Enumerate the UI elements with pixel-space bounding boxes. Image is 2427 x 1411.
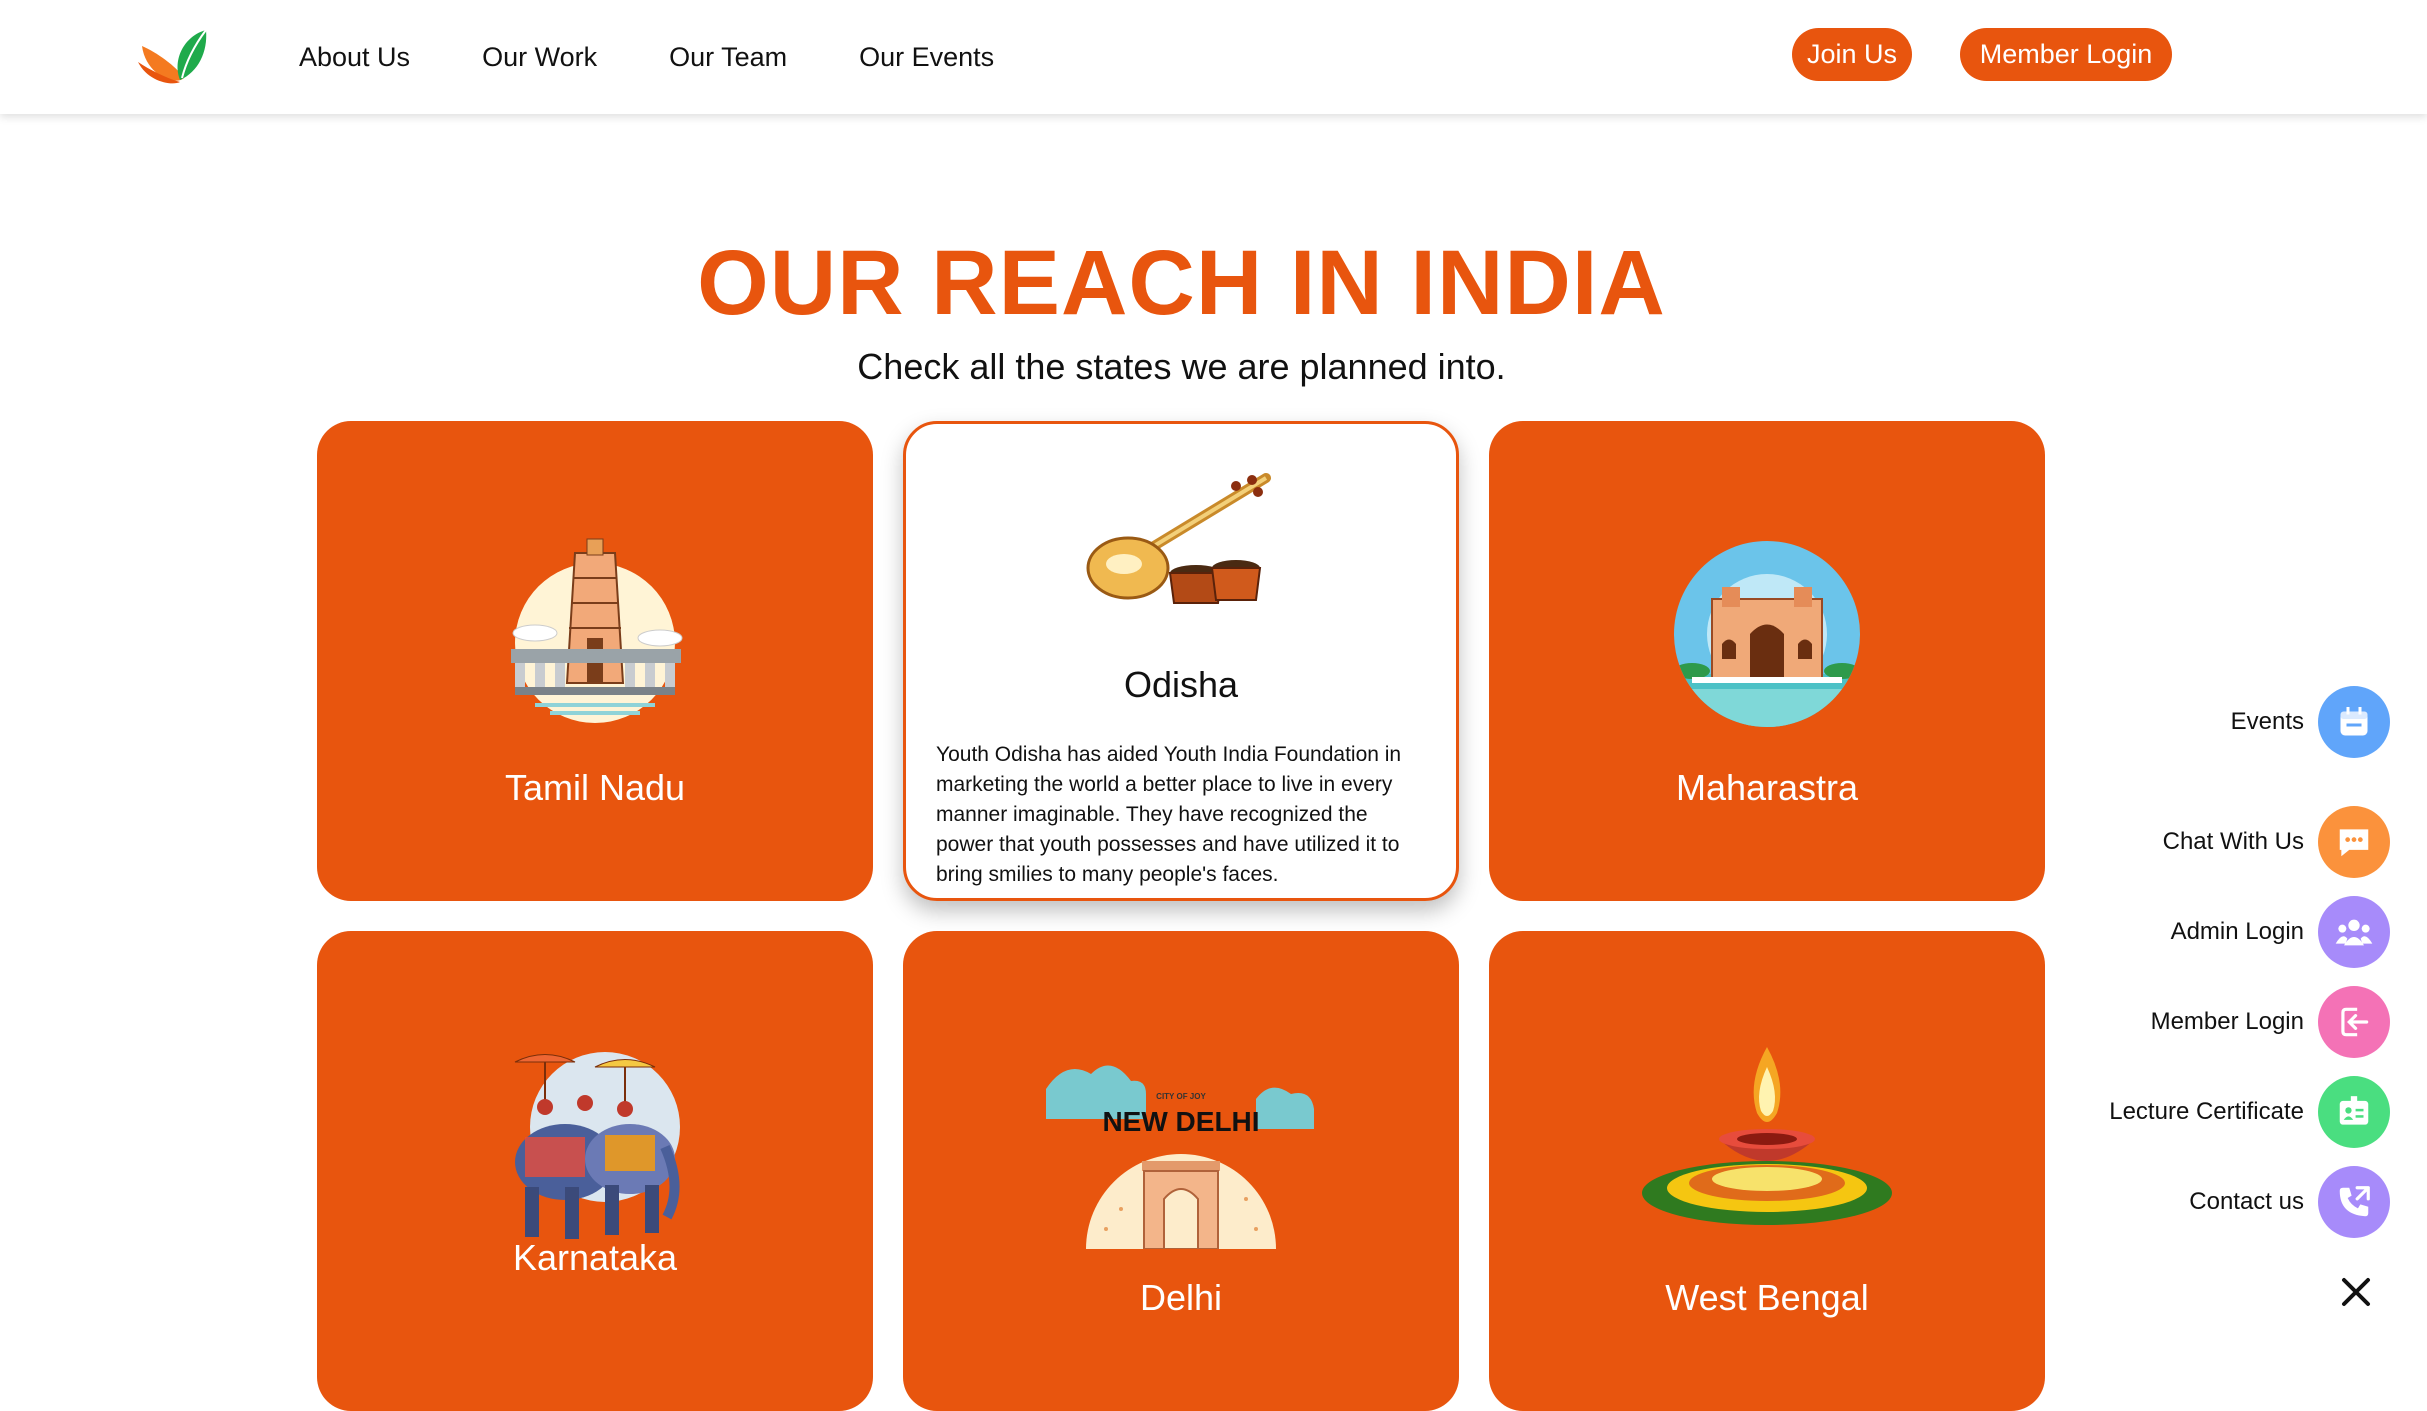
state-card-delhi[interactable]: CITY OF JOY NEW DELHI Delhi <box>903 931 1459 1411</box>
group-icon[interactable] <box>2318 896 2390 968</box>
chat-icon[interactable] <box>2318 806 2390 878</box>
sitar-tabla-icon <box>1086 473 1271 604</box>
state-card-west-bengal[interactable]: West Bengal <box>1489 931 2045 1411</box>
float-admin-label: Admin Login <box>2170 918 2304 945</box>
state-card-tamil-nadu[interactable]: Tamil Nadu <box>317 421 873 901</box>
nav-about-us[interactable]: About Us <box>299 42 410 73</box>
join-us-button[interactable]: Join Us <box>1792 28 1912 81</box>
logo-icon[interactable] <box>136 26 210 88</box>
delhi-banner-small: CITY OF JOY <box>1156 1092 1206 1101</box>
nav-our-team[interactable]: Our Team <box>669 42 787 73</box>
close-icon[interactable] <box>2334 1270 2378 1314</box>
float-certificate-label: Lecture Certificate <box>2109 1098 2304 1125</box>
float-contact-us[interactable]: Contact us <box>2189 1166 2390 1238</box>
float-events-label: Events <box>2230 708 2304 735</box>
state-name: Karnataka <box>512 1237 678 1278</box>
state-name: Maharastra <box>1675 767 1859 808</box>
state-card-odisha[interactable]: Odisha Youth Odisha has aided Youth Indi… <box>903 421 1459 901</box>
float-member-login[interactable]: Member Login <box>2151 986 2390 1058</box>
certificate-icon[interactable] <box>2318 1076 2390 1148</box>
india-gate-icon: CITY OF JOY NEW DELHI <box>1046 1065 1314 1249</box>
float-chat[interactable]: Chat With Us <box>2163 806 2390 878</box>
delhi-banner-big: NEW DELHI <box>1102 1106 1259 1137</box>
login-icon[interactable] <box>2318 986 2390 1058</box>
phone-icon[interactable] <box>2318 1166 2390 1238</box>
nav-links: About Us Our Work Our Team Our Events <box>299 0 1066 114</box>
navbar: About Us Our Work Our Team Our Events Jo… <box>0 0 2427 114</box>
float-events[interactable]: Events <box>2231 686 2390 758</box>
member-login-button[interactable]: Member Login <box>1960 28 2172 81</box>
state-name: West Bengal <box>1665 1277 1869 1318</box>
calendar-icon[interactable] <box>2318 686 2390 758</box>
state-card-karnataka[interactable]: Karnataka <box>317 931 873 1411</box>
state-name: Odisha <box>1123 664 1239 705</box>
state-card-maharastra[interactable]: Maharastra <box>1489 421 2045 901</box>
nav-our-work[interactable]: Our Work <box>482 42 597 73</box>
float-chat-label: Chat With Us <box>2162 828 2304 855</box>
float-contact-label: Contact us <box>2189 1188 2304 1215</box>
state-description: Youth Odisha has aided Youth India Found… <box>936 743 1402 886</box>
float-admin-login[interactable]: Admin Login <box>2171 896 2390 968</box>
page-title: OUR REACH IN INDIA <box>697 232 1666 334</box>
nav-our-events[interactable]: Our Events <box>859 42 994 73</box>
state-name: Delhi <box>1139 1277 1223 1318</box>
diya-lamp-icon <box>1642 1047 1892 1225</box>
float-member-label: Member Login <box>2150 1008 2304 1035</box>
temple-icon <box>511 538 683 723</box>
float-lecture-certificate[interactable]: Lecture Certificate <box>2109 1076 2390 1148</box>
page-subtitle: Check all the states we are planned into… <box>857 346 1506 387</box>
elephant-procession-icon <box>514 1052 680 1239</box>
gateway-of-india-icon <box>1674 541 1860 727</box>
state-name: Tamil Nadu <box>504 767 686 808</box>
